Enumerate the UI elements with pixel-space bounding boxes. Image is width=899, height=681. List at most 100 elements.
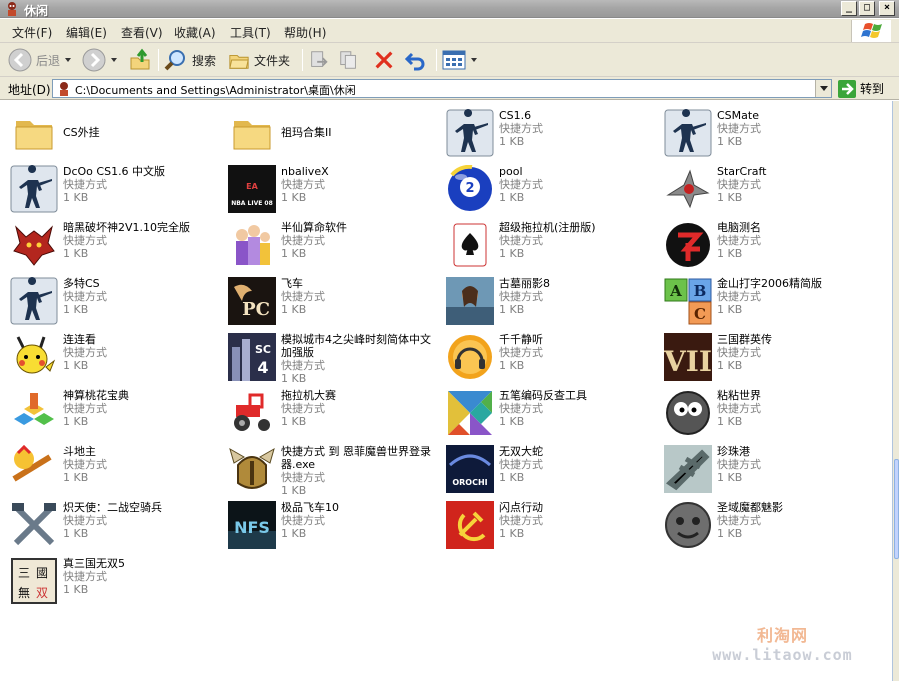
toolbar-separator [436,49,437,71]
location-icon [60,82,68,96]
undo-button[interactable] [404,47,428,73]
item-type: 快捷方式 [717,290,761,303]
svg-text:OROCHI: OROCHI [452,478,487,487]
menu-view[interactable]: 查看(V) [121,24,163,41]
views-dropdown-icon[interactable] [471,58,477,62]
item-type: 快捷方式 [63,458,107,471]
abc-blocks-icon: ABC [664,277,712,325]
vertical-scrollbar[interactable] [892,101,899,681]
views-button[interactable] [442,47,477,73]
svg-text:双: 双 [36,586,48,600]
item-name: DcOo CS1.6 中文版 [63,165,166,178]
shortcut-item[interactable]: 多特CS 快捷方式 1 KB [10,277,225,331]
up-folder-button[interactable] [128,47,152,73]
shortcut-item[interactable]: 超级拖拉机(注册版) 快捷方式 1 KB [446,221,661,275]
shortcut-item[interactable]: 电脑测名 快捷方式 1 KB [664,221,879,275]
svg-text:C: C [694,305,706,323]
copy-to-button[interactable] [338,47,360,73]
shortcut-item[interactable]: 粘粘世界 快捷方式 1 KB [664,389,879,443]
svg-text:國: 國 [36,566,48,580]
item-name: 拖拉机大赛 [281,389,336,402]
svg-text:2: 2 [465,181,474,196]
svg-text:4: 4 [257,358,268,377]
item-name: CS1.6 [499,109,532,122]
shortcut-item[interactable]: PC 飞车 快捷方式 1 KB [228,277,443,331]
shortcut-item[interactable]: 五笔编码反查工具 快捷方式 1 KB [446,389,661,443]
svg-text:NFS: NFS [234,518,270,537]
menu-favorites[interactable]: 收藏(A) [174,24,216,41]
shortcut-item[interactable]: 快捷方式 到 恩菲魔兽世界登录器.exe 快捷方式 1 KB [228,445,443,499]
shortcut-item[interactable]: 神算桃花宝典 快捷方式 1 KB [10,389,225,443]
title-bar[interactable]: 休闲 _ □ × [0,0,899,18]
views-icon [442,50,466,70]
folder-item[interactable]: 祖玛合集II [228,109,443,163]
svg-text:A: A [669,282,682,300]
item-type: 快捷方式 [63,402,107,415]
item-size: 1 KB [281,415,307,428]
shortcut-item[interactable]: CS1.6 快捷方式 1 KB [446,109,661,163]
nba-live-icon: EA NBA LIVE 08 [228,165,276,213]
shortcut-item[interactable]: 古墓丽影8 快捷方式 1 KB [446,277,661,331]
maximize-button[interactable]: □ [859,1,875,16]
menu-file[interactable]: 文件(F) [12,24,52,41]
folders-icon [229,54,249,69]
shortcut-item[interactable]: 斗地主 快捷方式 1 KB [10,445,225,499]
item-name: 闪点行动 [499,501,543,514]
folders-label: 文件夹 [254,53,291,68]
shortcut-item[interactable]: VII 三国群英传 快捷方式 1 KB [664,333,879,387]
shortcut-item[interactable]: 连连看 快捷方式 1 KB [10,333,225,387]
scrollbar-thumb[interactable] [894,459,899,559]
item-type: 快捷方式 [499,234,543,247]
shortcut-item[interactable]: CSMate 快捷方式 1 KB [664,109,879,163]
blocks-icon [10,389,58,437]
name-test-icon [664,221,712,269]
back-button[interactable]: 后退 [8,47,72,73]
shortcut-item[interactable]: 炽天使：二战空骑兵 快捷方式 1 KB [10,501,225,555]
item-name: 电脑测名 [717,221,761,234]
folders-button[interactable]: 文件夹 [228,47,290,73]
shortcut-item[interactable]: NFS 极品飞车10 快捷方式 1 KB [228,501,443,555]
shortcut-item[interactable]: 拖拉机大赛 快捷方式 1 KB [228,389,443,443]
copy-to-icon [340,51,356,69]
folder-icon [10,109,58,157]
item-size: 1 KB [717,191,743,204]
go-label: 转到 [860,82,885,96]
item-type: 快捷方式 [63,346,107,359]
billiard-ball-icon: 2 [446,165,494,213]
shortcut-item[interactable]: EA NBA LIVE 08 nbaliveX 快捷方式 1 KB [228,165,443,219]
move-to-button[interactable] [308,47,330,73]
minimize-button[interactable]: _ [841,1,857,16]
app-icon [8,2,16,16]
delete-button[interactable] [373,47,395,73]
address-input[interactable]: C:\Documents and Settings\Administrator\… [52,79,832,98]
shortcut-item[interactable]: DcOo CS1.6 中文版 快捷方式 1 KB [10,165,225,219]
item-name: 三国群英传 [717,333,772,346]
shortcut-item[interactable]: 暗黑破坏神2V1.10完全版 快捷方式 1 KB [10,221,225,275]
back-dropdown-icon[interactable] [65,58,72,62]
folder-item[interactable]: CS外挂 [10,109,225,163]
menu-tools[interactable]: 工具(T) [230,24,271,41]
go-button[interactable]: 转到 [838,79,884,98]
search-button[interactable]: 搜索 [164,47,216,73]
forward-dropdown-icon[interactable] [111,58,117,62]
shortcut-item[interactable]: 圣域魔都魅影 快捷方式 1 KB [664,501,879,555]
shortcut-item[interactable]: 珍珠港 快捷方式 1 KB [664,445,879,499]
shortcut-item[interactable]: 半仙算命软件 快捷方式 1 KB [228,221,443,275]
shortcut-item[interactable]: 闪点行动 快捷方式 1 KB [446,501,661,555]
address-bar: 地址(D) C:\Documents and Settings\Administ… [0,77,899,100]
menu-edit[interactable]: 编辑(E) [66,24,107,41]
item-type: 快捷方式 [281,514,325,527]
shortcut-item[interactable]: A B C 金山打字2006精简版 快捷方式 1 KB [664,277,879,331]
shortcut-item[interactable]: StarCraft 快捷方式 1 KB [664,165,879,219]
shortcut-item[interactable]: 千千静听 快捷方式 1 KB [446,333,661,387]
close-button[interactable]: × [879,1,895,16]
address-dropdown-button[interactable] [815,80,831,97]
shortcut-item[interactable]: 2 pool 快捷方式 1 KB [446,165,661,219]
shortcut-item[interactable]: OROCHI 无双大蛇 快捷方式 1 KB [446,445,661,499]
svg-text:無: 無 [18,585,30,600]
forward-button[interactable] [82,47,117,73]
menu-help[interactable]: 帮助(H) [284,24,326,41]
shortcut-item[interactable]: 三國無双真三国无双5 快捷方式 1 KB [10,557,225,611]
file-view[interactable]: CS外挂 祖玛合集II CS1.6 快捷方式 1 KB CSMate 快捷方式 1 KB DcO… [0,101,892,681]
shortcut-item[interactable]: SC 4 模拟城市4之尖峰时刻简体中文加强版 快捷方式 1 KB [228,333,443,387]
